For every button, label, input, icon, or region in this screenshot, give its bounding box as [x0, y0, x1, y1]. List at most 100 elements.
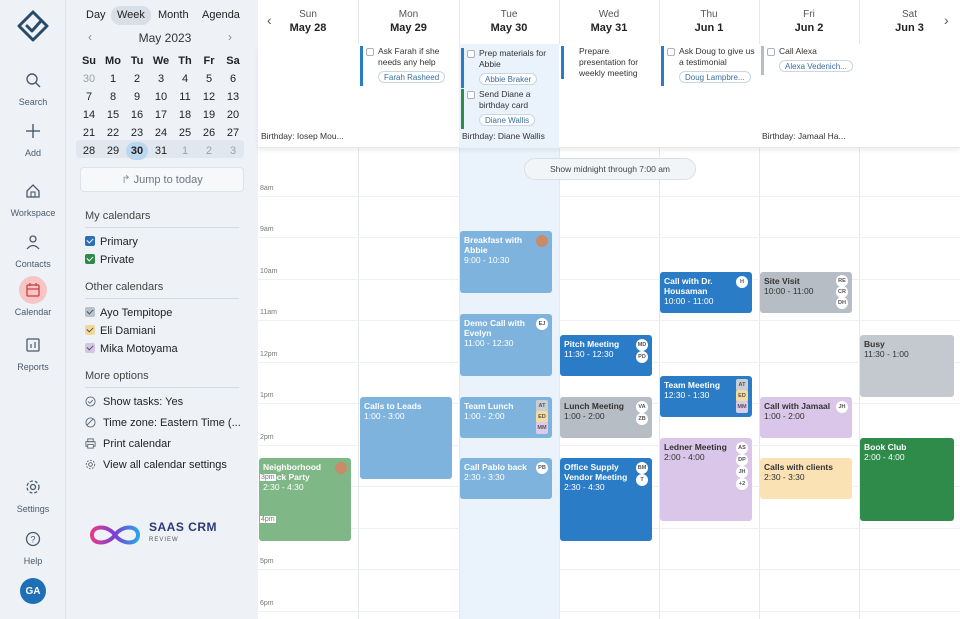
option-print-calendar[interactable]: Print calendar — [85, 437, 171, 451]
task-item[interactable]: Prep materials for Abbie Abbie Braker — [461, 48, 557, 88]
day-header-mon[interactable]: Mon May 29 — [358, 0, 459, 44]
task-item[interactable]: Prepare presentation for weekly meeting — [561, 46, 657, 79]
chevron-left-icon[interactable]: ‹ — [88, 30, 92, 44]
day-cell[interactable]: 31 — [150, 142, 172, 160]
checkbox-icon[interactable] — [85, 325, 95, 335]
rail-calendar[interactable]: Calendar — [0, 276, 66, 317]
rail-reports[interactable]: Reports — [0, 331, 66, 372]
day-cell[interactable]: 13 — [222, 88, 244, 106]
day-cell[interactable]: 27 — [222, 124, 244, 142]
task-item[interactable]: Ask Farah if she needs any help Farah Ra… — [360, 46, 456, 86]
day-header-sun[interactable]: Sun May 28 — [258, 0, 358, 44]
day-header-thu[interactable]: Thu Jun 1 — [659, 0, 759, 44]
day-cell[interactable]: 1 — [174, 142, 196, 160]
contact-pill[interactable]: Diane Wallis — [479, 114, 536, 126]
event-calls-clients[interactable]: Calls with clients 2:30 - 3:30 — [760, 458, 852, 499]
day-header-sat[interactable]: Sat Jun 3 — [859, 0, 960, 44]
day-cell[interactable]: 3 — [150, 70, 172, 88]
rail-help[interactable]: ? Help — [0, 525, 66, 566]
day-cell[interactable]: 2 — [198, 142, 220, 160]
checkbox-icon[interactable] — [85, 254, 95, 264]
birthday-label[interactable]: Birthday: Iosep Mou... — [261, 131, 344, 141]
avatar[interactable]: GA — [20, 578, 46, 604]
event-lunch-meeting[interactable]: Lunch Meeting 1:00 - 2:00 VA ZB — [560, 397, 652, 438]
contact-pill[interactable]: Abbie Braker — [479, 73, 538, 85]
calendar-item-mika[interactable]: Mika Motoyama — [85, 342, 178, 356]
event-breakfast-abbie[interactable]: Breakfast with Abbie 9:00 - 10:30 — [460, 231, 552, 293]
rail-contacts[interactable]: Contacts — [0, 228, 66, 269]
day-cell[interactable]: 17 — [150, 106, 172, 124]
event-book-club[interactable]: Book Club 2:00 - 4:00 — [860, 438, 954, 521]
checkbox-icon[interactable] — [85, 343, 95, 353]
day-cell[interactable]: 19 — [198, 106, 220, 124]
option-show-tasks[interactable]: Show tasks: Yes — [85, 395, 183, 409]
day-cell[interactable]: 11 — [174, 88, 196, 106]
day-cell[interactable]: 6 — [222, 70, 244, 88]
birthday-label[interactable]: Birthday: Jamaal Ha... — [762, 131, 846, 141]
event-call-jamaal[interactable]: Call with Jamaal 1:00 - 2:00 JH — [760, 397, 852, 438]
task-checkbox[interactable] — [667, 48, 675, 56]
event-pitch-meeting[interactable]: Pitch Meeting 11:30 - 12:30 MD PD — [560, 335, 652, 376]
checkbox-icon[interactable] — [85, 236, 95, 246]
day-cell[interactable]: 21 — [78, 124, 100, 142]
task-item[interactable]: Send Diane a birthday card Diane Wallis — [461, 89, 557, 129]
task-checkbox[interactable] — [767, 48, 775, 56]
event-call-dr-housaman[interactable]: Call with Dr. Housaman 10:00 - 11:00 H — [660, 272, 752, 313]
calendar-item-ayo[interactable]: Ayo Tempitope — [85, 306, 172, 320]
day-cell[interactable]: 14 — [78, 106, 100, 124]
event-ledner-meeting[interactable]: Ledner Meeting 2:00 - 4:00 AS DP JH +2 — [660, 438, 752, 521]
event-team-meeting[interactable]: Team Meeting 12:30 - 1:30 AT ED MM — [660, 376, 752, 417]
task-checkbox[interactable] — [366, 48, 374, 56]
day-cell[interactable]: 5 — [198, 70, 220, 88]
day-cell[interactable]: 29 — [102, 142, 124, 160]
task-checkbox[interactable] — [467, 91, 475, 99]
jump-to-today-button[interactable]: ↱ Jump to today — [80, 167, 244, 192]
checkbox-icon[interactable] — [85, 307, 95, 317]
task-item[interactable]: Call Alexa Alexa Vedenich... — [761, 46, 857, 75]
day-header-fri[interactable]: Fri Jun 2 — [759, 0, 859, 44]
day-cell[interactable]: 24 — [150, 124, 172, 142]
day-cell[interactable]: 8 — [102, 88, 124, 106]
rail-workspace[interactable]: Workspace — [0, 177, 66, 218]
contact-pill[interactable]: Alexa Vedenich... — [779, 60, 853, 72]
day-cell[interactable]: 23 — [126, 124, 148, 142]
tab-day[interactable]: Day — [80, 6, 112, 25]
tab-month[interactable]: Month — [152, 6, 195, 25]
show-early-hours-button[interactable]: Show midnight through 7:00 am — [524, 158, 696, 180]
day-header-wed[interactable]: Wed May 31 — [559, 0, 659, 44]
calendar-item-eli[interactable]: Eli Damiani — [85, 324, 156, 338]
option-view-settings[interactable]: View all calendar settings — [85, 458, 227, 472]
day-cell[interactable]: 18 — [174, 106, 196, 124]
calendar-item-private[interactable]: Private — [85, 253, 134, 267]
contact-pill[interactable]: Doug Lampbre... — [679, 71, 751, 83]
task-checkbox[interactable] — [467, 50, 475, 58]
day-cell[interactable]: 1 — [102, 70, 124, 88]
day-cell[interactable]: 10 — [150, 88, 172, 106]
event-demo-call[interactable]: Demo Call with Evelyn 11:00 - 12:30 EJ — [460, 314, 552, 376]
tab-week[interactable]: Week — [111, 6, 151, 25]
day-cell[interactable]: 15 — [102, 106, 124, 124]
day-cell[interactable]: 3 — [222, 142, 244, 160]
calendar-item-primary[interactable]: Primary — [85, 235, 138, 249]
day-cell[interactable]: 4 — [174, 70, 196, 88]
event-call-pablo[interactable]: Call Pablo back 2:30 - 3:30 PB — [460, 458, 552, 499]
event-site-visit[interactable]: Site Visit 10:00 - 11:00 RE CR DH — [760, 272, 852, 313]
event-team-lunch[interactable]: Team Lunch 1:00 - 2:00 AT ED MM — [460, 397, 552, 438]
day-cell[interactable]: 9 — [126, 88, 148, 106]
day-cell[interactable]: 20 — [222, 106, 244, 124]
day-cell[interactable]: 25 — [174, 124, 196, 142]
birthday-label[interactable]: Birthday: Diane Wallis — [462, 131, 545, 141]
option-time-zone[interactable]: Time zone: Eastern Time (... — [85, 416, 241, 430]
day-cell[interactable]: 16 — [126, 106, 148, 124]
task-item[interactable]: Ask Doug to give us a testimonial Doug L… — [661, 46, 757, 86]
event-neighborhood-party[interactable]: Neighborhood Block Party 2:30 - 4:30 — [259, 458, 351, 541]
rail-add[interactable]: Add — [0, 117, 66, 158]
event-office-supply[interactable]: Office Supply Vendor Meeting 2:30 - 4:30… — [560, 458, 652, 541]
contact-pill[interactable]: Farah Rasheed — [378, 71, 446, 83]
day-cell[interactable]: 12 — [198, 88, 220, 106]
day-cell[interactable]: 28 — [78, 142, 100, 160]
day-cell[interactable]: 7 — [78, 88, 100, 106]
day-cell[interactable]: 26 — [198, 124, 220, 142]
rail-search[interactable]: Search — [0, 66, 66, 107]
day-cell[interactable]: 30 — [126, 142, 148, 160]
